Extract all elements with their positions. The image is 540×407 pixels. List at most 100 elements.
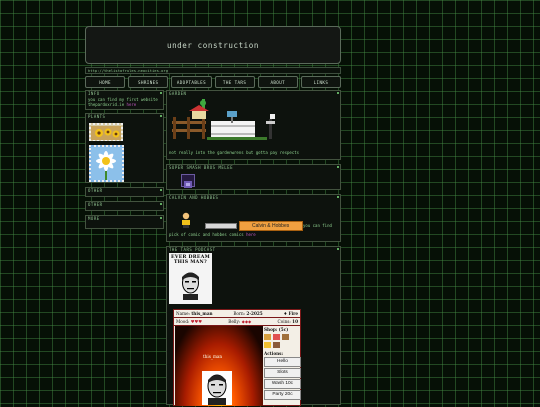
pet-fire-background: this_man: [175, 326, 263, 406]
garden-header: GARDEN: [167, 91, 340, 96]
more-section: MORE: [85, 215, 164, 229]
other-header-1: OTHER: [86, 188, 163, 193]
more-header: MORE: [86, 216, 163, 221]
sunflower-stamp-image: [89, 123, 123, 141]
calvin-character-image: [182, 212, 190, 228]
virtual-pet-widget: Name: this_man Born: 2-2025 ♦ Fire Mood:…: [173, 309, 301, 406]
apple-item-icon[interactable]: [273, 334, 280, 340]
calvin-section: CALVIN AND HOBBES Calvin & Hobbes you ca…: [166, 194, 341, 242]
pet-born: 2-2025: [246, 311, 263, 316]
pet-element-field: ♦ Fire: [283, 311, 298, 316]
pet-mood-field: Mood: ♥♥♥: [176, 319, 202, 324]
pet-born-label: Born:: [233, 311, 246, 316]
garden-title: GARDEN: [169, 91, 187, 96]
gamecube-icon: [181, 174, 195, 188]
status-dot-icon: [337, 196, 339, 198]
smash-section: SUPER SMASH BROS MELEE: [166, 164, 341, 190]
main-nav: HOME SHRINES ADOPTABLES THE TARS ABOUT L…: [85, 76, 342, 88]
calvin-link[interactable]: here: [246, 232, 256, 237]
status-dot-icon: [160, 92, 162, 94]
pet-name-field: Name: this_man: [176, 311, 213, 316]
pet-belly-field: Belly: ◆◆◆: [228, 319, 251, 324]
calvin-text-line: pick of comic and hobbes comics: [169, 232, 244, 237]
bread-item-icon[interactable]: [282, 334, 289, 340]
plants-header: PLANTS: [86, 114, 163, 119]
hello-button[interactable]: Hello: [264, 357, 301, 367]
plants-section: PLANTS: [85, 113, 164, 183]
actions-label: Actions:: [264, 351, 284, 356]
status-dot-icon: [337, 166, 339, 168]
pet-mood: ♥♥♥: [190, 319, 203, 324]
status-dot-icon: [337, 92, 339, 94]
pet-belly-label: Belly:: [228, 319, 241, 324]
garden-pixel-image: [172, 99, 275, 140]
man-face-image: [182, 272, 199, 300]
calvin-title: CALVIN AND HOBBES: [169, 195, 219, 200]
info-text: you can find my first website thepardoxr…: [86, 96, 163, 108]
nav-links[interactable]: LINKS: [300, 76, 342, 88]
slots-button[interactable]: Slots: [264, 368, 301, 378]
nav-about[interactable]: ABOUT: [257, 76, 298, 88]
podcast-cover-title: EVER DREAM THIS MAN?: [171, 255, 210, 265]
other-section-1: OTHER: [85, 187, 164, 197]
pet-stats-row-1: Name: this_man Born: 2-2025 ♦ Fire: [174, 310, 300, 318]
url-bar: http://thelistofrules.neocities.org: [85, 67, 341, 74]
info-section: INFO you can find my first website thepa…: [85, 90, 164, 110]
shop-label: Shop: (5c): [264, 327, 289, 332]
cookie-item-icon[interactable]: [273, 342, 280, 348]
comic-strip-banner[interactable]: [205, 223, 237, 229]
status-dot-icon: [160, 217, 162, 219]
pet-name-label: Name:: [176, 311, 191, 316]
pet-stats-row-2: Mood: ♥♥♥ Belly: ◆◆◆ Coins: 10: [174, 318, 300, 326]
status-dot-icon: [160, 203, 162, 205]
calvin-hobbes-banner[interactable]: Calvin & Hobbes: [239, 221, 303, 231]
plants-title: PLANTS: [88, 114, 106, 119]
other-section-2: OTHER: [85, 201, 164, 211]
nav-the-tars[interactable]: THE TARS: [214, 76, 255, 88]
status-dot-icon: [160, 115, 162, 117]
nav-shrines[interactable]: SHRINES: [128, 76, 169, 88]
garden-caption: not really into the gardenwrens but gott…: [169, 150, 300, 155]
pet-coins-label: Coins:: [277, 319, 291, 324]
party-button[interactable]: Party 20c: [264, 390, 301, 400]
pet-belly: ◆◆◆: [241, 319, 252, 324]
pet-coins-field: Coins: 10: [278, 319, 299, 324]
other-title-1: OTHER: [88, 188, 103, 193]
food-item-icon[interactable]: [264, 334, 271, 340]
info-header: INFO: [86, 91, 163, 96]
calvin-header: CALVIN AND HOBBES: [167, 195, 340, 200]
status-dot-icon: [337, 248, 339, 250]
other-header-2: OTHER: [86, 202, 163, 207]
nav-adoptables[interactable]: ADOPTABLES: [171, 76, 212, 88]
podcast-section: THE TARS PODCAST EVER DREAM THIS MAN? Na…: [166, 246, 341, 406]
calvin-text: you can find: [303, 223, 332, 228]
pet-coins: 10: [292, 319, 298, 324]
info-title: INFO: [88, 91, 100, 96]
pet-born-field: Born: 2-2025: [233, 311, 262, 316]
status-dot-icon: [160, 189, 162, 191]
smash-title: SUPER SMASH BROS MELEE: [169, 165, 233, 170]
daisy-stamp-image: [89, 145, 124, 182]
more-title: MORE: [88, 216, 100, 221]
podcast-header: THE TARS PODCAST: [167, 247, 340, 252]
cheese-item-icon[interactable]: [264, 342, 271, 348]
garden-section: GARDEN not really into the gardenwrens b…: [166, 90, 341, 160]
shop-items-2: [264, 342, 301, 348]
pet-caption: this_man: [203, 354, 223, 359]
pet-element: Fire: [288, 311, 298, 316]
nav-home[interactable]: HOME: [85, 76, 126, 88]
other-title-2: OTHER: [88, 202, 103, 207]
site-header: under construction: [85, 26, 341, 64]
info-line2: thepardoxrid.ie: [88, 102, 125, 107]
info-link[interactable]: here: [127, 102, 137, 107]
calvin-text2: pick of comic and hobbes comics here: [167, 231, 342, 238]
pet-side-panel: Shop: (5c) Actions: Hello Slots Wash 10c…: [264, 327, 301, 407]
pet-face-image: [202, 371, 232, 405]
pet-mood-label: Mood:: [176, 319, 190, 324]
wash-button[interactable]: Wash 10c: [264, 379, 301, 389]
podcast-cover-image[interactable]: EVER DREAM THIS MAN?: [169, 253, 212, 304]
site-title: under construction: [166, 40, 260, 50]
pet-name: this_man: [191, 311, 213, 316]
shop-items: [264, 334, 301, 340]
podcast-title: THE TARS PODCAST: [169, 247, 216, 252]
